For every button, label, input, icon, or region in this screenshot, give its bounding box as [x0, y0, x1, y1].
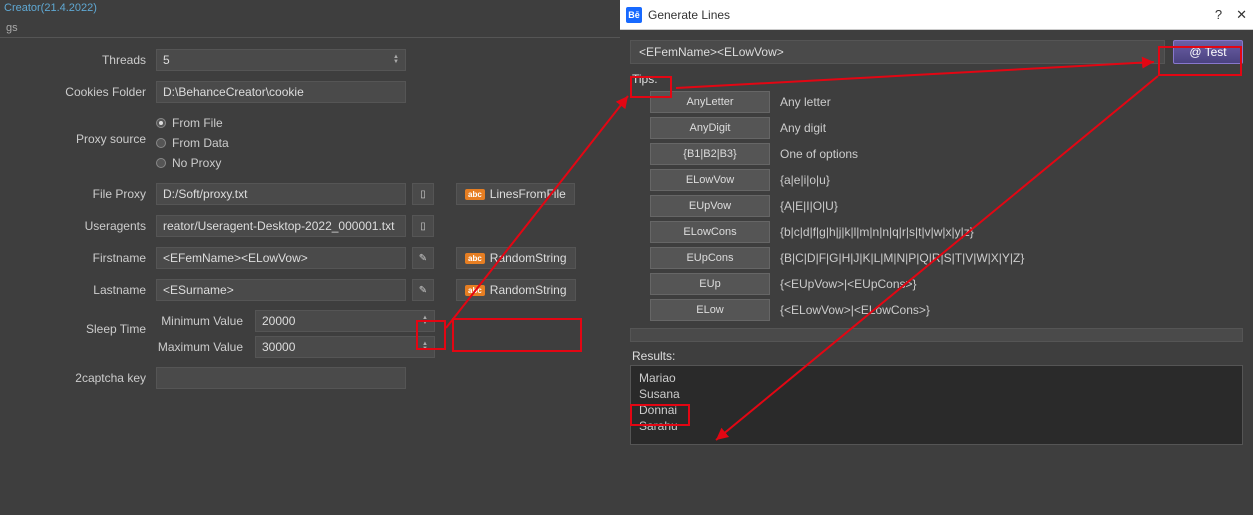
threads-label: Threads — [4, 53, 156, 67]
file-proxy-label: File Proxy — [4, 187, 156, 201]
radio-icon — [156, 158, 166, 168]
tip-row: EUp {<EUpVow>|<EUpCons>} — [630, 273, 1243, 295]
tips-label: Tips: — [630, 71, 660, 87]
lastname-label: Lastname — [4, 283, 156, 297]
tips-list: AnyLetter Any letter AnyDigit Any digit {B1|… — [630, 91, 1243, 325]
spinner-arrows-icon[interactable]: ▲▼ — [422, 342, 428, 352]
tip-description: Any letter — [780, 95, 831, 109]
abc-icon: abc — [465, 285, 485, 296]
tip-button[interactable]: ELowVow — [650, 169, 770, 191]
useragents-label: Useragents — [4, 219, 156, 233]
abc-icon: abc — [465, 253, 485, 264]
result-line: Susana — [639, 386, 1234, 402]
results-label: Results: — [630, 348, 677, 364]
tip-description: {A|E|I|O|U} — [780, 199, 838, 213]
edit-icon[interactable]: ✎ — [412, 247, 434, 269]
radio-icon — [156, 118, 166, 128]
result-line: Sarahu — [639, 418, 1234, 434]
tip-description: {<ELowVow>|<ELowCons>} — [780, 303, 930, 317]
tip-button[interactable]: EUpCons — [650, 247, 770, 269]
captcha-label: 2captcha key — [4, 371, 156, 385]
radio-from-data[interactable]: From Data — [156, 136, 229, 150]
tip-description: {B|C|D|F|G|H|J|K|L|M|N|P|Q|R|S|T|V|W|X|Y… — [780, 251, 1024, 265]
dialog-titlebar: Bē Generate Lines ? ✕ — [620, 0, 1253, 30]
result-line: Donnai — [639, 402, 1234, 418]
help-icon[interactable]: ? — [1215, 7, 1222, 23]
dialog-title: Generate Lines — [648, 8, 730, 22]
browse-file-icon[interactable]: ▯ — [412, 183, 434, 205]
random-string-button[interactable]: abcRandomString — [456, 247, 576, 269]
tip-description: Any digit — [780, 121, 826, 135]
tip-row: AnyLetter Any letter — [630, 91, 1243, 113]
tip-description: {b|c|d|f|g|h|j|k|l|m|n|n|q|r|s|t|v|w|x|y… — [780, 225, 974, 239]
tip-row: ELow {<ELowVow>|<ELowCons>} — [630, 299, 1243, 321]
tip-row: EUpCons {B|C|D|F|G|H|J|K|L|M|N|P|Q|R|S|T|… — [630, 247, 1243, 269]
behance-icon: Bē — [626, 7, 642, 23]
radio-no-proxy[interactable]: No Proxy — [156, 156, 229, 170]
proxy-source-label: Proxy source — [4, 112, 156, 146]
tip-button[interactable]: ELow — [650, 299, 770, 321]
tip-row: AnyDigit Any digit — [630, 117, 1243, 139]
tab-bar[interactable]: gs — [0, 20, 620, 38]
tip-button[interactable]: AnyDigit — [650, 117, 770, 139]
lines-from-file-button[interactable]: abcLinesFromFile — [456, 183, 575, 205]
captcha-input[interactable] — [156, 367, 406, 389]
settings-window: Creator(21.4.2022) gs Threads 5 ▲▼ Cooki… — [0, 0, 620, 515]
tip-description: {a|e|i|o|u} — [780, 173, 830, 187]
test-button[interactable]: @Test — [1173, 40, 1243, 64]
max-value-label: Maximum Value — [156, 340, 251, 354]
tip-row: ELowCons {b|c|d|f|g|h|j|k|l|m|n|n|q|r|s|t… — [630, 221, 1243, 243]
tip-row: ELowVow {a|e|i|o|u} — [630, 169, 1243, 191]
file-proxy-input[interactable] — [156, 183, 406, 205]
tip-row: EUpVow {A|E|I|O|U} — [630, 195, 1243, 217]
firstname-label: Firstname — [4, 251, 156, 265]
tip-button[interactable]: {B1|B2|B3} — [650, 143, 770, 165]
edit-icon[interactable]: ✎ — [412, 279, 434, 301]
min-value-input[interactable]: 20000▲▼ — [255, 310, 435, 332]
random-string-button[interactable]: abcRandomString — [456, 279, 576, 301]
cookies-input[interactable] — [156, 81, 406, 103]
expression-input[interactable] — [630, 40, 1165, 64]
spinner-arrows-icon[interactable]: ▲▼ — [422, 316, 428, 326]
tip-button[interactable]: EUp — [650, 273, 770, 295]
spinner-arrows-icon[interactable]: ▲▼ — [393, 55, 399, 65]
tip-button[interactable]: ELowCons — [650, 221, 770, 243]
tip-button[interactable]: EUpVow — [650, 195, 770, 217]
horizontal-scrollbar[interactable] — [630, 328, 1243, 342]
sleep-label: Sleep Time — [4, 310, 156, 336]
results-output: MariaoSusanaDonnaiSarahu — [630, 365, 1243, 445]
max-value-input[interactable]: 30000▲▼ — [255, 336, 435, 358]
threads-input[interactable]: 5 ▲▼ — [156, 49, 406, 71]
window-title: Creator(21.4.2022) — [0, 0, 620, 20]
tip-button[interactable]: AnyLetter — [650, 91, 770, 113]
firstname-input[interactable] — [156, 247, 406, 269]
tip-row: {B1|B2|B3} One of options — [630, 143, 1243, 165]
cookies-label: Cookies Folder — [4, 85, 156, 99]
generate-lines-dialog: Bē Generate Lines ? ✕ @Test Tips: AnyLet… — [620, 0, 1253, 515]
result-line: Mariao — [639, 370, 1234, 386]
radio-from-file[interactable]: From File — [156, 116, 229, 130]
lastname-input[interactable] — [156, 279, 406, 301]
at-icon: @ — [1189, 45, 1201, 59]
close-icon[interactable]: ✕ — [1236, 7, 1247, 23]
browse-file-icon[interactable]: ▯ — [412, 215, 434, 237]
tip-description: One of options — [780, 147, 858, 161]
radio-icon — [156, 138, 166, 148]
min-value-label: Minimum Value — [156, 314, 251, 328]
tip-description: {<EUpVow>|<EUpCons>} — [780, 277, 917, 291]
abc-icon: abc — [465, 189, 485, 200]
useragents-input[interactable] — [156, 215, 406, 237]
